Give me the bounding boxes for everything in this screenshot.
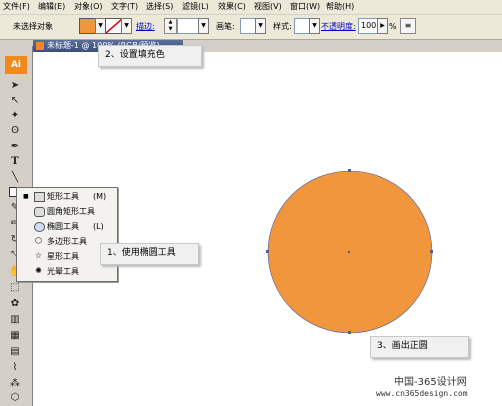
selection-status: 未选择对象 [13, 22, 53, 31]
opacity-value: 100 [361, 21, 377, 30]
menu-type[interactable]: 文字(T) [111, 2, 138, 12]
annotation-text: 1、使用椭圆工具 [107, 248, 176, 258]
mesh-tool-icon[interactable]: ▦ [8, 330, 22, 342]
annotation-step-3: 3、画出正圆 [370, 336, 469, 358]
ellipse-icon [34, 222, 45, 232]
lasso-tool-icon[interactable]: ʘ [8, 125, 22, 137]
direct-selection-tool-icon[interactable]: ↖ [8, 95, 22, 107]
annotation-step-2: 2、设置填充色 [98, 45, 202, 67]
watermark-url: www.cn365design.com [376, 389, 468, 398]
menu-effect[interactable]: 效果(C) [218, 2, 246, 12]
free-transform-tool-icon[interactable]: ⬚ [8, 282, 22, 294]
watermark-title: 中国-365设计网 [394, 377, 467, 388]
flyout-shortcut: (M) [93, 192, 107, 201]
flyout-label: 光晕工具 [47, 267, 79, 276]
symbol-sprayer-tool-icon[interactable]: ✿ [8, 298, 22, 310]
flyout-item-flare[interactable]: ✺ 光晕工具 [17, 265, 117, 278]
eyedropper-tool-icon[interactable]: ⌇ [8, 362, 22, 374]
blend-tool-icon[interactable]: ⁂ [8, 378, 22, 390]
rectangle-icon [34, 192, 45, 202]
style-label: 样式: [273, 22, 292, 31]
opacity-dropdown[interactable]: ▶ [377, 18, 388, 34]
flyout-label: 多边形工具 [47, 237, 87, 246]
menu-select[interactable]: 选择(S) [146, 2, 173, 12]
flyout-item-rectangle[interactable]: ■ 矩形工具 (M) [17, 190, 117, 203]
flyout-label: 椭圆工具 [47, 222, 79, 231]
flyout-label: 星形工具 [47, 252, 79, 261]
stroke-link[interactable]: 描边: [136, 22, 155, 32]
no-stroke-icon [106, 19, 122, 33]
control-panel-menu-button[interactable]: ≡ [400, 18, 416, 34]
live-paint-tool-icon[interactable]: ⬡ [8, 392, 22, 404]
opacity-unit: % [389, 22, 397, 31]
stroke-weight-dropdown[interactable]: ▼ [198, 18, 209, 34]
annotation-text: 3、画出正圆 [377, 341, 428, 351]
brush-dropdown[interactable]: ▼ [255, 18, 266, 34]
menu-window[interactable]: 窗口(W) [290, 2, 320, 12]
stroke-weight-stepper[interactable]: ▲ ▼ [164, 18, 177, 34]
flyout-label: 矩形工具 [47, 192, 79, 201]
opacity-link[interactable]: 不透明度: [321, 22, 356, 32]
opacity-field[interactable]: 100 [358, 18, 378, 34]
brush-label: 画笔: [216, 22, 235, 31]
rounded-rectangle-icon [34, 207, 45, 217]
flyout-label: 圆角矩形工具 [47, 207, 95, 216]
document-icon [36, 42, 44, 50]
line-tool-icon[interactable]: ╲ [8, 172, 22, 184]
polygon-icon: ⬡ [35, 236, 42, 245]
style-dropdown[interactable]: ▼ [309, 18, 320, 34]
selection-tool-icon[interactable]: ➤ [8, 80, 22, 92]
flare-icon: ✺ [35, 266, 42, 275]
menu-bar: 文件(F) 编辑(E) 对象(O) 文字(T) 选择(S) 滤镜(L) 效果(C… [0, 0, 502, 15]
menu-help[interactable]: 帮助(H) [326, 2, 354, 12]
type-tool-icon[interactable]: T [8, 156, 22, 168]
stroke-dropdown-button[interactable]: ▼ [121, 18, 132, 34]
brush-field[interactable] [240, 18, 256, 34]
menu-edit[interactable]: 编辑(E) [38, 2, 65, 12]
active-tool-bullet-icon: ■ [23, 193, 29, 200]
style-field[interactable] [294, 18, 310, 34]
pen-tool-icon[interactable]: ✒ [8, 141, 22, 153]
star-icon: ☆ [34, 251, 43, 260]
stroke-weight-field[interactable] [177, 18, 199, 34]
column-graph-tool-icon[interactable]: ▥ [8, 314, 22, 326]
flyout-shortcut: (L) [93, 222, 104, 231]
gradient-tool-icon[interactable]: ▤ [8, 346, 22, 358]
magic-wand-tool-icon[interactable]: ✦ [8, 110, 22, 122]
shape-tools-flyout: ■ 矩形工具 (M) 圆角矩形工具 椭圆工具 (L) ⬡ 多边形工具 ☆ 星形工… [16, 187, 118, 282]
menu-view[interactable]: 视图(V) [254, 2, 282, 12]
drawn-circle[interactable] [262, 166, 440, 338]
app-logo: Ai [5, 56, 27, 74]
menu-file[interactable]: 文件(F) [3, 2, 30, 12]
flyout-item-rounded-rectangle[interactable]: 圆角矩形工具 [17, 205, 117, 218]
annotation-text: 2、设置填充色 [105, 50, 165, 60]
annotation-step-1: 1、使用椭圆工具 [100, 243, 199, 265]
menu-filter[interactable]: 滤镜(L) [182, 2, 209, 12]
flyout-item-ellipse[interactable]: 椭圆工具 (L) [17, 220, 117, 233]
menu-object[interactable]: 对象(O) [74, 2, 103, 12]
